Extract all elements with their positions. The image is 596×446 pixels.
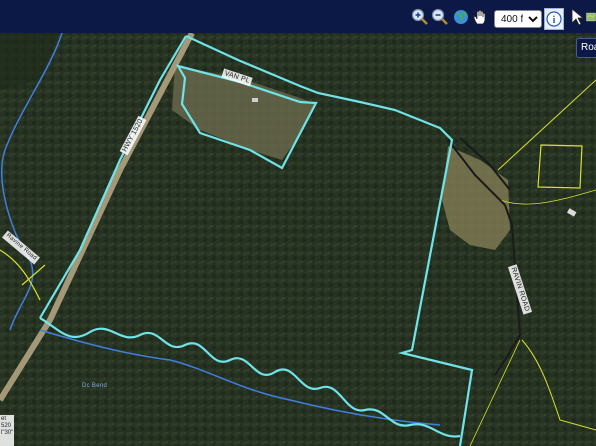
hydro-label: Dc Bend xyxy=(82,383,108,389)
globe-icon[interactable] xyxy=(452,8,470,26)
pan-hand-icon[interactable] xyxy=(472,8,490,26)
map-layers-icon[interactable] xyxy=(586,8,596,26)
roads-layer-tab[interactable]: Roa xyxy=(576,38,596,58)
scale-bar-line-2: 520 xyxy=(1,423,12,429)
scale-bar-line-1: et xyxy=(1,416,7,422)
identify-button[interactable]: i xyxy=(544,8,564,30)
map-canvas[interactable]: HWY 1520 VAN PL RAVIN ROAD Ravine Road D… xyxy=(0,33,596,446)
zoom-out-icon[interactable] xyxy=(431,8,449,26)
info-icon: i xyxy=(546,11,562,27)
map-toolbar: 400 ft i xyxy=(0,0,596,33)
scale-bar: et 520 l"30" xyxy=(0,415,14,446)
zoom-in-icon[interactable] xyxy=(411,8,429,26)
info-label: i xyxy=(553,15,556,26)
select-arrow-icon[interactable] xyxy=(568,8,586,26)
scale-select[interactable]: 400 ft xyxy=(494,10,542,28)
scale-bar-line-3: l"30" xyxy=(1,430,14,436)
